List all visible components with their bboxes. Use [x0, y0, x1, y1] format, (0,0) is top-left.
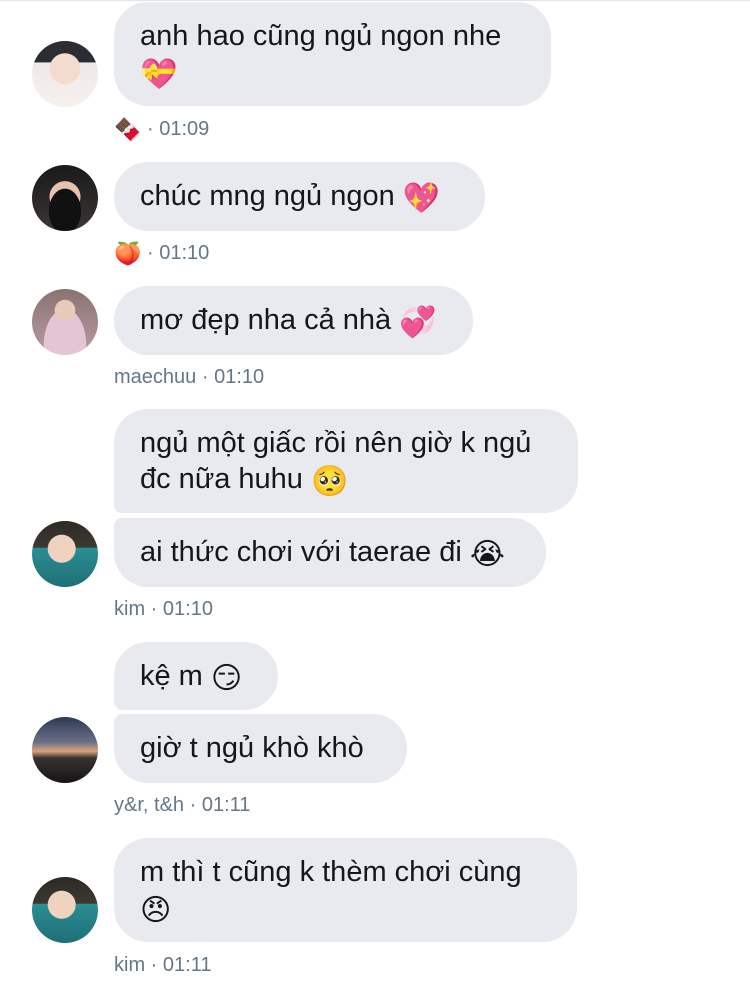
pleading-face-emoji-icon: 🥺 — [311, 464, 349, 499]
message-time: 01:11 — [162, 954, 212, 976]
peach-emoji-icon: 🍑 — [114, 241, 142, 266]
message-time: 01:11 — [201, 794, 251, 816]
sender-name: kim — [114, 598, 146, 620]
message-time: 01:10 — [159, 242, 210, 264]
message-text: m thì t cũng k thèm chơi cùng — [140, 856, 522, 888]
message-bubble[interactable]: giờ t ngủ khò khò — [114, 714, 407, 783]
message-meta: y&r, t&h · 01:11 — [114, 793, 250, 817]
meta-separator: · — [189, 794, 197, 816]
meta-separator: · — [146, 242, 154, 264]
message-time: 01:09 — [159, 118, 210, 140]
angry-face-emoji-icon: 😠 — [140, 893, 172, 928]
message-text: mơ đẹp nha cả nhà — [140, 304, 392, 336]
message-time: 01:10 — [162, 598, 213, 620]
message-bubble[interactable]: ai thức chơi với taerae đi 😭 — [114, 518, 546, 587]
avatar[interactable] — [32, 289, 98, 355]
smirking-face-emoji-icon: 😏 — [210, 661, 243, 696]
message-meta: 🍑 · 01:10 — [114, 241, 209, 266]
message-bubble[interactable]: chúc mng ngủ ngon 💖 — [114, 162, 485, 231]
message-text: anh hao cũng ngủ ngon nhe — [140, 20, 502, 52]
avatar[interactable] — [32, 165, 98, 231]
meta-separator: · — [201, 366, 209, 388]
message-bubble[interactable]: anh hao cũng ngủ ngon nhe 💝 — [114, 2, 551, 106]
chocolate-emoji-icon: 🍫 — [114, 117, 142, 142]
message-bubble[interactable]: ngủ một giấc rồi nên giờ k ngủ đc nữa hu… — [114, 409, 578, 513]
sender-name: maechuu — [114, 366, 197, 388]
avatar[interactable] — [32, 717, 98, 783]
avatar[interactable] — [32, 41, 98, 107]
avatar[interactable] — [32, 877, 98, 943]
message-meta: kim · 01:11 — [114, 953, 211, 977]
message-bubble[interactable]: mơ đẹp nha cả nhà 💞 — [114, 286, 473, 355]
message-text: ai thức chơi với taerae đi — [140, 536, 462, 568]
message-meta: kim · 01:10 — [114, 597, 213, 621]
meta-separator: · — [150, 954, 158, 976]
message-text: ngủ một giấc rồi nên giờ k ngủ — [140, 427, 532, 459]
message-bubble[interactable]: m thì t cũng k thèm chơi cùng 😠 — [114, 838, 577, 942]
sender-name: y&r, t&h — [114, 794, 185, 816]
message-text: giờ t ngủ khò khò — [140, 732, 364, 764]
revolving-hearts-emoji-icon: 💞 — [399, 305, 437, 340]
message-bubble[interactable]: kệ m 😏 — [114, 642, 278, 710]
message-meta: maechuu · 01:10 — [114, 365, 264, 389]
message-time: 01:10 — [214, 366, 265, 388]
message-text: chúc mng ngủ ngon — [140, 180, 395, 212]
sender-name: kim — [114, 954, 146, 976]
message-text: kệ m — [140, 660, 203, 692]
message-meta: 🍫 · 01:09 — [114, 117, 209, 142]
avatar[interactable] — [32, 521, 98, 587]
meta-separator: · — [150, 598, 158, 620]
crying-face-emoji-icon: 😭 — [469, 537, 505, 572]
top-divider — [0, 0, 750, 1]
message-text-line2: đc nữa huhu — [140, 463, 303, 495]
meta-separator: · — [146, 118, 154, 140]
heart-ribbon-emoji-icon: 💝 — [140, 57, 178, 92]
sparkling-heart-emoji-icon: 💖 — [402, 181, 441, 216]
